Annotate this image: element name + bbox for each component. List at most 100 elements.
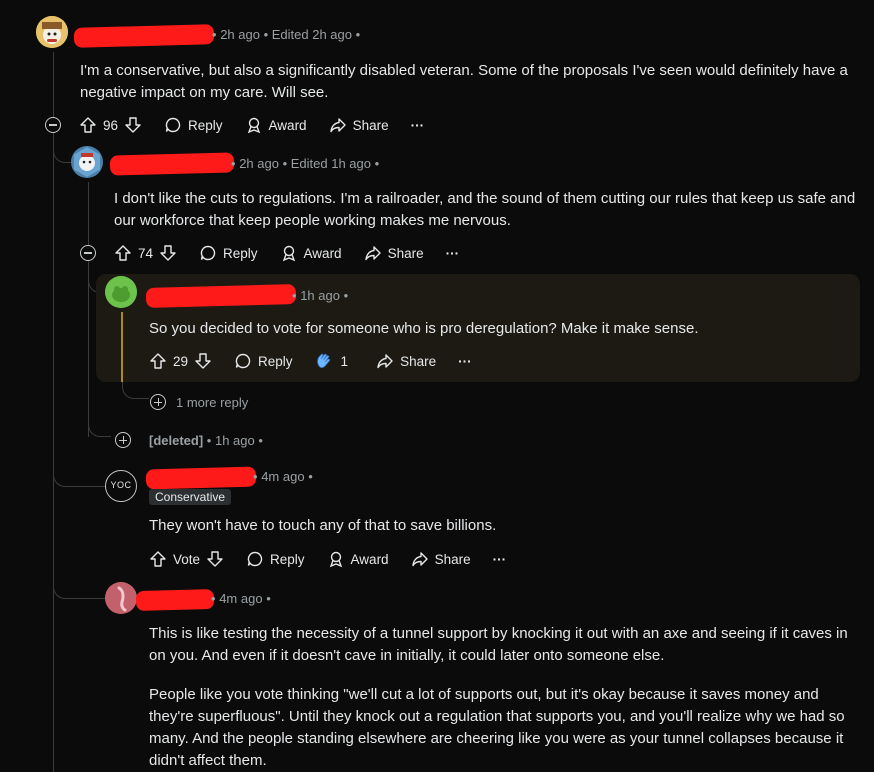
more-options-button[interactable]: ··· <box>458 354 472 369</box>
thread-line-root[interactable] <box>53 52 54 772</box>
share-icon <box>364 246 381 261</box>
avatar[interactable] <box>105 582 137 614</box>
share-button[interactable]: Share <box>329 116 389 134</box>
comment-actions: 29 Reply 1 Share ··· <box>149 349 494 373</box>
more-options-button[interactable]: ··· <box>411 118 425 133</box>
separator: • <box>258 433 263 448</box>
reply-button[interactable]: Reply <box>234 352 293 370</box>
upvote-icon[interactable] <box>79 116 97 134</box>
award-label: Award <box>268 117 307 133</box>
share-label: Share <box>352 117 389 133</box>
upvote-icon[interactable] <box>149 352 167 370</box>
comment-actions: Vote Reply Award Share ··· <box>149 547 528 571</box>
expand-more-replies-icon[interactable] <box>150 394 166 410</box>
reply-icon <box>165 117 181 133</box>
award-icon <box>282 245 295 262</box>
timestamp[interactable]: 2h ago <box>239 156 279 171</box>
award-label: Award <box>303 245 342 261</box>
user-avatar-icon <box>105 582 137 614</box>
vote-group: 74 <box>114 244 177 262</box>
score: 74 <box>138 245 154 261</box>
upvote-icon[interactable] <box>149 550 167 568</box>
more-options-button[interactable]: ··· <box>446 246 460 261</box>
highlight-bar <box>121 312 123 382</box>
user-flair: Conservative <box>149 489 232 505</box>
more-replies-link[interactable]: 1 more reply <box>176 395 248 410</box>
downvote-icon[interactable] <box>206 550 224 568</box>
more-options-button[interactable]: ··· <box>493 552 507 567</box>
deleted-username: [deleted] <box>149 433 204 448</box>
comment-body: I don't like the cuts to regulations. I'… <box>114 190 856 229</box>
share-button[interactable]: Share <box>364 244 424 262</box>
thread-line-c2[interactable] <box>88 182 89 437</box>
reply-label: Reply <box>270 551 305 567</box>
username-redaction <box>109 152 235 176</box>
separator: • <box>231 156 236 171</box>
comment-meta: • 4m ago • <box>211 591 271 606</box>
vote-group: Vote <box>149 550 224 568</box>
comment-meta: • 2h ago • Edited 2h ago • <box>212 27 360 42</box>
timestamp[interactable]: 4m ago <box>219 591 262 606</box>
thread-curve-c5 <box>53 470 106 487</box>
separator: • <box>211 591 216 606</box>
comment-actions: 74 Reply Award Share ··· <box>114 241 481 265</box>
upvote-icon[interactable] <box>114 244 132 262</box>
timestamp[interactable]: 4m ago <box>261 469 304 484</box>
share-label: Share <box>434 551 471 567</box>
avatar[interactable] <box>71 146 103 178</box>
comment-body-paragraph: People like you vote thinking "we'll cut… <box>149 686 845 769</box>
comment-meta: • 4m ago • <box>253 469 313 484</box>
downvote-icon[interactable] <box>159 244 177 262</box>
comment-actions: 96 Reply Award Share ··· <box>79 113 446 137</box>
comment-body-paragraph: This is like testing the necessity of a … <box>149 625 848 664</box>
reply-icon <box>235 353 251 369</box>
more-icon: ··· <box>458 353 472 369</box>
avatar-text: YOC <box>110 480 132 490</box>
user-avatar-icon <box>105 276 137 308</box>
vote-group: 29 <box>149 352 212 370</box>
award-label: Award <box>350 551 389 567</box>
clapping-hands-award-icon <box>316 353 331 368</box>
downvote-icon[interactable] <box>124 116 142 134</box>
award-count: 1 <box>340 353 349 369</box>
score: Vote <box>173 551 201 567</box>
reply-label: Reply <box>258 353 293 369</box>
timestamp[interactable]: 2h ago <box>220 27 260 42</box>
reply-label: Reply <box>188 117 223 133</box>
collapse-button[interactable] <box>45 117 61 133</box>
username-redaction <box>73 24 215 48</box>
separator: • <box>282 156 288 171</box>
expand-deleted-comment-icon[interactable] <box>115 432 131 448</box>
more-icon: ··· <box>410 117 425 133</box>
separator: • <box>292 288 297 303</box>
collapse-button[interactable] <box>80 245 96 261</box>
comment-body: I'm a conservative, but also a significa… <box>80 62 848 101</box>
avatar[interactable] <box>36 16 68 48</box>
reply-button[interactable]: Reply <box>199 244 258 262</box>
share-button[interactable]: Share <box>411 550 471 568</box>
award-button[interactable]: Award <box>327 550 389 568</box>
timestamp[interactable]: 1h ago <box>215 433 255 448</box>
award-button[interactable]: Award <box>245 116 307 134</box>
comment-meta: [deleted] • 1h ago • <box>149 433 263 448</box>
share-label: Share <box>400 353 437 369</box>
edited-label: Edited 1h ago <box>290 156 371 171</box>
comment-meta: • 2h ago • Edited 1h ago • <box>231 156 379 171</box>
award-count-button[interactable]: 1 <box>315 351 349 371</box>
separator: • <box>253 469 258 484</box>
award-button[interactable]: Award <box>280 244 342 262</box>
downvote-icon[interactable] <box>194 352 212 370</box>
username-redaction <box>135 588 215 612</box>
award-icon <box>247 117 260 134</box>
comment-body: So you decided to vote for someone who i… <box>149 320 699 337</box>
reply-button[interactable]: Reply <box>164 116 223 134</box>
score: 29 <box>173 353 189 369</box>
username-redaction <box>145 284 297 308</box>
avatar[interactable]: YOC <box>105 470 137 502</box>
separator: • <box>308 469 313 484</box>
timestamp[interactable]: 1h ago <box>300 288 340 303</box>
more-icon: ··· <box>445 245 460 261</box>
reply-button[interactable]: Reply <box>246 550 305 568</box>
share-button[interactable]: Share <box>376 352 436 370</box>
avatar[interactable] <box>105 276 137 308</box>
